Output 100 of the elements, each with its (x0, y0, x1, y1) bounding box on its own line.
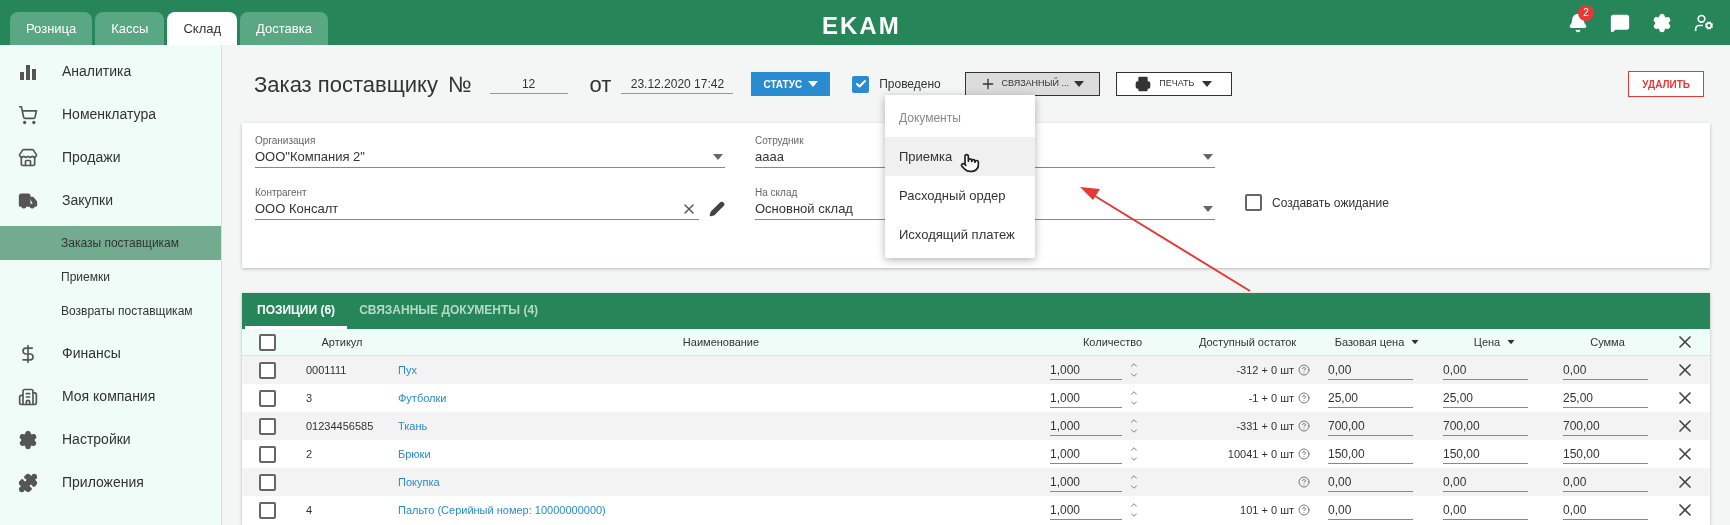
price-field[interactable]: 0,00 (1328, 500, 1413, 520)
settings-icon[interactable] (1652, 12, 1672, 33)
quantity-field[interactable]: 1,000 (1050, 416, 1122, 436)
cart-icon (18, 104, 38, 125)
caret-icon (1203, 205, 1213, 212)
number-field[interactable]: 12 (489, 74, 568, 94)
checkbox[interactable] (258, 501, 276, 519)
help-icon[interactable] (1298, 448, 1310, 460)
number-label: № (448, 70, 472, 99)
price-field[interactable]: 0,00 (1563, 360, 1648, 380)
quantity-field[interactable]: 1,000 (1050, 500, 1122, 520)
sidebar-item[interactable]: Аналитика (0, 50, 221, 93)
stock-value: 101 + 0 шт (1240, 502, 1294, 518)
stepper-icon[interactable] (1128, 444, 1140, 464)
top-tab[interactable]: Склад (167, 12, 238, 45)
field-label: На склад (755, 186, 798, 198)
product-link[interactable]: Ткань (398, 419, 428, 432)
checkbox[interactable] (258, 361, 276, 379)
field[interactable]: ООО Консалт (255, 198, 699, 220)
price-field[interactable]: 700,00 (1563, 416, 1648, 436)
stepper-icon[interactable] (1128, 500, 1140, 520)
related-button[interactable]: СВЯЗАННЫЙ ... (964, 72, 1100, 96)
quantity-field[interactable]: 1,000 (1050, 388, 1122, 408)
table-cell: 2 (306, 447, 313, 460)
user-settings-icon[interactable] (1694, 12, 1714, 33)
product-link[interactable]: Брюки (398, 447, 431, 460)
checkbox[interactable] (258, 445, 276, 463)
price-field[interactable]: 25,00 (1563, 388, 1648, 408)
menu-item[interactable]: Исходящий платеж (885, 215, 1035, 254)
wait-label: Создавать ожидание (1272, 194, 1389, 212)
checkbox[interactable] (258, 333, 276, 351)
price-field[interactable]: 700,00 (1328, 416, 1413, 436)
price-field[interactable]: 0,00 (1443, 472, 1528, 492)
help-icon[interactable] (1298, 392, 1310, 404)
date-label: от (589, 70, 612, 99)
bar-chart-icon (19, 63, 37, 80)
sidebar-item[interactable]: Приложения (0, 461, 221, 504)
help-chat-icon[interactable] (1610, 12, 1630, 33)
checkbox[interactable] (258, 473, 276, 491)
checkbox[interactable] (1245, 194, 1262, 211)
quantity-field[interactable]: 1,000 (1050, 444, 1122, 464)
price-field[interactable]: 25,00 (1328, 388, 1413, 408)
price-field[interactable]: 0,00 (1443, 500, 1528, 520)
column-header[interactable]: Артикул (292, 333, 392, 351)
menu-item[interactable]: Приемка (885, 137, 1035, 176)
quantity-field[interactable]: 1,000 (1050, 360, 1122, 380)
status-button[interactable]: СТАТУС (751, 72, 831, 96)
column-header[interactable]: Базовая цена (1320, 333, 1435, 351)
field[interactable]: ООО"Компания 2" (255, 146, 725, 168)
help-icon[interactable] (1298, 504, 1310, 516)
sidebar-subitem[interactable]: Приемки (0, 260, 221, 294)
posted-label: Проведено (879, 76, 941, 93)
menu-item[interactable]: Расходный ордер (885, 176, 1035, 215)
date-field[interactable]: 23.12.2020 17:42 (621, 74, 734, 94)
column-header[interactable]: Наименование (392, 333, 1050, 351)
product-link[interactable]: Футболки (398, 391, 447, 404)
hand-cursor-icon (960, 153, 980, 173)
field-label: Контрагент (255, 186, 307, 198)
price-field[interactable]: 0,00 (1563, 472, 1648, 492)
help-icon[interactable] (1298, 364, 1310, 376)
price-field[interactable]: 150,00 (1328, 444, 1413, 464)
sidebar-item[interactable]: Моя компания (0, 375, 221, 418)
delete-button[interactable]: УДАЛИТЬ (1628, 71, 1704, 97)
price-field[interactable]: 150,00 (1563, 444, 1648, 464)
price-field[interactable]: 25,00 (1443, 388, 1528, 408)
help-icon[interactable] (1298, 476, 1310, 488)
sidebar-item[interactable]: Продажи (0, 136, 221, 179)
printer-icon (1135, 76, 1152, 92)
price-field[interactable]: 0,00 (1328, 472, 1413, 492)
sidebar-subitem[interactable]: Заказы поставщикам (0, 226, 221, 260)
price-field[interactable]: 0,00 (1443, 360, 1528, 380)
sidebar-item[interactable]: Финансы (0, 332, 221, 375)
stepper-icon[interactable] (1128, 388, 1140, 408)
sidebar-label: Финансы (62, 344, 121, 363)
column-header[interactable]: Количество (1050, 333, 1175, 351)
caret-icon (713, 153, 723, 160)
column-header[interactable]: Доступный остаток (1175, 333, 1320, 351)
help-icon[interactable] (1298, 420, 1310, 432)
print-button[interactable]: ПЕЧАТЬ (1115, 72, 1232, 96)
stock-value: 10041 + 0 шт (1227, 446, 1294, 462)
menu-heading: Документы (898, 110, 962, 127)
quantity-field[interactable]: 1,000 (1050, 472, 1122, 492)
price-field[interactable]: 700,00 (1443, 416, 1528, 436)
checkbox[interactable] (258, 389, 276, 407)
table-cell: 3 (306, 391, 313, 404)
checkbox[interactable] (258, 417, 276, 435)
product-link[interactable]: Пальто (Серийный номер: 10000000000) (398, 503, 606, 516)
column-header[interactable]: Цена (1435, 333, 1555, 351)
sidebar-item[interactable]: Закупки (0, 179, 221, 222)
checkbox[interactable] (852, 75, 870, 93)
column-header[interactable]: Сумма (1555, 333, 1660, 351)
sidebar-item[interactable]: Номенклатура (0, 93, 221, 136)
edit-icon[interactable] (709, 201, 725, 217)
sidebar-item[interactable]: Настройки (0, 418, 221, 461)
field-label: Сотрудник (755, 134, 804, 146)
price-field[interactable]: 0,00 (1563, 500, 1648, 520)
sidebar-label: Закупки (62, 191, 114, 210)
sidebar-subitem[interactable]: Возвраты поставщикам (0, 294, 221, 328)
price-field[interactable]: 150,00 (1443, 444, 1528, 464)
price-field[interactable]: 0,00 (1328, 360, 1413, 380)
